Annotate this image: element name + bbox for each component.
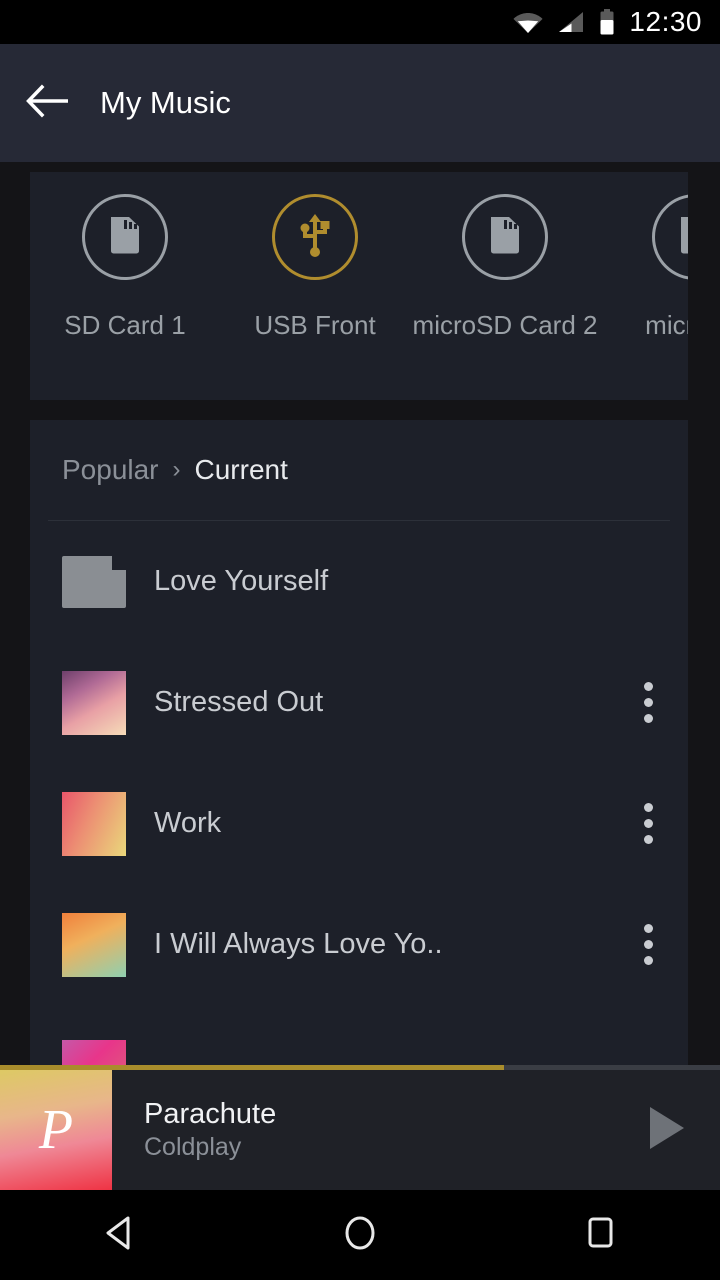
- play-button[interactable]: [612, 1104, 720, 1157]
- cellular-signal-icon: [557, 10, 585, 34]
- play-icon: [645, 1104, 687, 1157]
- list-item-label: Stressed Out: [154, 686, 324, 718]
- back-button[interactable]: [0, 44, 96, 162]
- back-arrow-icon: [26, 84, 70, 123]
- storage-ring: [652, 194, 688, 280]
- album-art: [62, 912, 126, 977]
- nav-home-button[interactable]: [300, 1190, 420, 1280]
- storage-label: microSD: [645, 310, 688, 340]
- overflow-menu-icon[interactable]: [626, 924, 670, 965]
- list-item-label: Work: [154, 807, 222, 839]
- breadcrumb-parent[interactable]: Popular: [62, 454, 159, 486]
- list-item[interactable]: Work: [30, 763, 688, 884]
- now-playing-album-art: P: [0, 1070, 112, 1190]
- storage-item-microsd-card-2[interactable]: microSD Card 2: [410, 194, 600, 341]
- usb-icon: [295, 212, 335, 263]
- overflow-menu-icon[interactable]: [626, 682, 670, 723]
- breadcrumb-current[interactable]: Current: [195, 454, 288, 486]
- status-bar: 12:30: [0, 0, 720, 44]
- storage-item-usb-front[interactable]: USB Front: [220, 194, 410, 341]
- list-item[interactable]: I Will Always Love Yo..: [30, 884, 688, 1005]
- nav-home-icon: [341, 1212, 379, 1259]
- app-bar: My Music: [0, 44, 720, 162]
- sd-card-icon: [107, 213, 143, 262]
- now-playing-bar[interactable]: P Parachute Coldplay: [0, 1065, 720, 1190]
- now-playing-artist: Coldplay: [144, 1133, 242, 1162]
- album-art-letter: P: [38, 1099, 74, 1161]
- overflow-menu-icon[interactable]: [626, 803, 670, 844]
- folder-icon: [62, 550, 126, 614]
- system-nav-bar: [0, 1190, 720, 1280]
- storage-selector-card: SD Card 1 USB Front microSD Card 2 mic: [30, 172, 688, 400]
- storage-label: USB Front: [254, 310, 376, 340]
- wifi-icon: [513, 10, 543, 34]
- status-bar-clock: 12:30: [629, 6, 702, 37]
- list-item-label: I Will Always Love Yo..: [154, 928, 443, 960]
- list-item-label: Love Yourself: [154, 565, 329, 597]
- nav-back-icon: [101, 1213, 139, 1258]
- breadcrumb: Popular › Current: [30, 420, 688, 520]
- album-art: [62, 670, 126, 735]
- storage-ring: [82, 194, 168, 280]
- battery-icon: [599, 9, 615, 35]
- storage-item-microsd-partial[interactable]: microSD: [600, 194, 688, 341]
- now-playing-title: Parachute: [144, 1097, 277, 1130]
- nav-recents-button[interactable]: [540, 1190, 660, 1280]
- storage-strip[interactable]: SD Card 1 USB Front microSD Card 2 mic: [30, 172, 688, 341]
- list-item[interactable]: Stressed Out: [30, 642, 688, 763]
- file-list-card: Popular › Current Love Yourself Stressed…: [30, 420, 688, 1070]
- chevron-right-icon: ›: [172, 456, 181, 483]
- list-item[interactable]: Love Yourself: [30, 521, 688, 642]
- nav-back-button[interactable]: [60, 1190, 180, 1280]
- page-title: My Music: [100, 85, 231, 120]
- album-art: [62, 791, 126, 856]
- nav-recents-icon: [582, 1213, 618, 1258]
- storage-label: SD Card 1: [64, 310, 186, 340]
- storage-ring-selected: [272, 194, 358, 280]
- storage-label: microSD Card 2: [412, 310, 598, 340]
- phone-screen: 12:30 My Music SD Card 1 USB Front micro…: [0, 0, 720, 1280]
- storage-ring: [462, 194, 548, 280]
- storage-item-sd-card-1[interactable]: SD Card 1: [30, 194, 220, 341]
- now-playing-meta: Parachute Coldplay: [112, 1098, 612, 1162]
- sd-card-icon: [677, 213, 688, 262]
- sd-card-icon: [487, 213, 523, 262]
